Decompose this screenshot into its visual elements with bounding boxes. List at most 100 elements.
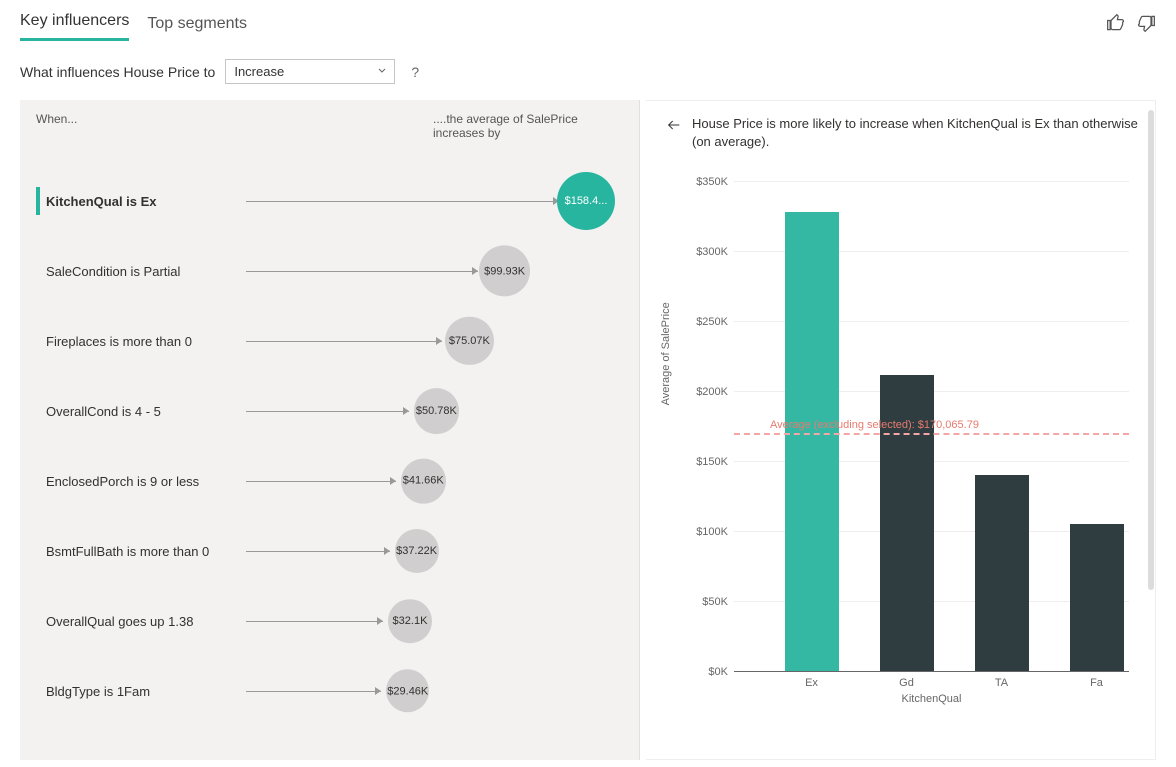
influencer-label: EnclosedPorch is 9 or less (46, 474, 246, 489)
connector-line (246, 201, 559, 202)
y-tick-label: $200K (696, 386, 734, 398)
influencers-list-panel: When... ....the average of SalePrice inc… (20, 100, 640, 760)
x-tick-label: Fa (1070, 677, 1124, 689)
influencer-bubble: $158.4... (557, 172, 615, 230)
x-tick-label: Gd (880, 677, 934, 689)
selection-accent (36, 257, 40, 285)
connector-line (246, 481, 396, 482)
influencer-row[interactable]: OverallCond is 4 - 5 $50.78K (36, 376, 623, 446)
connector-line (246, 271, 478, 272)
influencer-row[interactable]: KitchenQual is Ex $158.4... (36, 166, 623, 236)
x-tick-label: TA (975, 677, 1029, 689)
y-tick-label: $100K (696, 526, 734, 538)
influencer-label: OverallQual goes up 1.38 (46, 614, 246, 629)
result-header: ....the average of SalePrice increases b… (433, 112, 623, 140)
arrow-icon (403, 407, 409, 415)
bar[interactable] (1070, 524, 1124, 671)
influencer-bubble: $50.78K (414, 388, 460, 434)
selection-accent (36, 467, 40, 495)
chevron-down-icon (376, 64, 388, 79)
influencer-rows: KitchenQual is Ex $158.4... SaleCondition … (36, 166, 623, 726)
vertical-scrollbar[interactable] (1148, 110, 1154, 590)
tab-top-segments[interactable]: Top segments (147, 11, 247, 41)
influencer-row[interactable]: OverallQual goes up 1.38 $32.1K (36, 586, 623, 656)
influencer-line: $75.07K (246, 313, 623, 369)
influencer-row[interactable]: BldgType is 1Fam $29.46K (36, 656, 623, 726)
tab-key-influencers[interactable]: Key influencers (20, 8, 129, 41)
y-tick-label: $250K (696, 316, 734, 328)
influencer-label: OverallCond is 4 - 5 (46, 404, 246, 419)
connector-line (246, 411, 409, 412)
influencer-line: $50.78K (246, 383, 623, 439)
reference-line-label: Average (excluding selected): $170,065.7… (770, 419, 979, 431)
arrow-icon (472, 267, 478, 275)
direction-dropdown[interactable]: Increase (225, 59, 395, 84)
when-header: When... (36, 112, 77, 140)
key-influencers-visual: Key influencers Top segments What influe… (0, 0, 1176, 760)
influencer-row[interactable]: Fireplaces is more than 0$75.07K (36, 306, 623, 376)
bar-chart: Average of SalePrice $0K$50K$100K$150K$2… (678, 181, 1139, 721)
selection-accent (36, 607, 40, 635)
chart-panel: House Price is more likely to increase w… (646, 100, 1156, 760)
influencer-bubble: $29.46K (386, 669, 429, 712)
connector-line (246, 341, 442, 342)
y-tick-label: $0K (708, 666, 734, 678)
list-headers: When... ....the average of SalePrice inc… (36, 112, 623, 140)
arrow-icon (390, 477, 396, 485)
x-tick-label: Ex (785, 677, 839, 689)
y-axis-label: Average of SalePrice (660, 303, 672, 406)
reference-line: Average (excluding selected): $170,065.7… (734, 433, 1129, 435)
tabs: Key influencers Top segments (20, 8, 247, 41)
feedback-buttons (1106, 13, 1156, 36)
gridline: $350K (734, 181, 1129, 182)
thumbs-down-icon[interactable] (1136, 13, 1156, 36)
selection-accent (36, 397, 40, 425)
question-row: What influences House Price to Increase … (20, 59, 1156, 84)
y-tick-label: $50K (702, 596, 734, 608)
selection-accent (36, 677, 40, 705)
influencer-bubble: $37.22K (395, 529, 439, 573)
arrow-icon (375, 687, 381, 695)
bar[interactable] (975, 475, 1029, 671)
help-icon[interactable]: ? (411, 64, 419, 80)
selection-accent (36, 327, 40, 355)
influencer-line: $41.66K (246, 453, 623, 509)
plot-area: $0K$50K$100K$150K$200K$250K$300K$350KExG… (734, 181, 1129, 671)
influencer-label: BsmtFullBath is more than 0 (46, 544, 246, 559)
influencer-label: BldgType is 1Fam (46, 684, 246, 699)
connector-line (246, 691, 381, 692)
direction-value: Increase (234, 64, 284, 79)
influencer-row[interactable]: BsmtFullBath is more than 0 $37.22K (36, 516, 623, 586)
question-prefix: What influences House Price to (20, 64, 215, 80)
back-arrow-icon[interactable] (666, 115, 682, 151)
x-axis-label: KitchenQual (734, 693, 1129, 705)
y-tick-label: $350K (696, 176, 734, 188)
influencer-bubble: $41.66K (401, 459, 446, 504)
arrow-icon (377, 617, 383, 625)
influencer-label: KitchenQual is Ex (46, 194, 246, 209)
chart-header: House Price is more likely to increase w… (666, 115, 1139, 151)
influencer-label: Fireplaces is more than 0 (46, 334, 246, 349)
arrow-icon (436, 337, 442, 345)
thumbs-up-icon[interactable] (1106, 13, 1126, 36)
selection-accent (36, 537, 40, 565)
influencer-row[interactable]: EnclosedPorch is 9 or less $41.66K (36, 446, 623, 516)
content-panels: When... ....the average of SalePrice inc… (20, 100, 1156, 760)
influencer-row[interactable]: SaleCondition is Partial $99.93K (36, 236, 623, 306)
influencer-line: $99.93K (246, 243, 623, 299)
influencer-line: $29.46K (246, 663, 623, 719)
connector-line (246, 551, 390, 552)
header-row: Key influencers Top segments (20, 8, 1156, 41)
gridline: $0K (734, 671, 1129, 672)
influencer-bubble: $32.1K (388, 599, 432, 643)
chart-title: House Price is more likely to increase w… (692, 115, 1139, 151)
bar[interactable] (785, 212, 839, 671)
connector-line (246, 621, 383, 622)
influencer-bubble: $99.93K (479, 245, 530, 296)
selection-accent (36, 187, 40, 215)
influencer-label: SaleCondition is Partial (46, 264, 246, 279)
influencer-line: $32.1K (246, 593, 623, 649)
y-tick-label: $300K (696, 246, 734, 258)
influencer-line: $37.22K (246, 523, 623, 579)
arrow-icon (384, 547, 390, 555)
